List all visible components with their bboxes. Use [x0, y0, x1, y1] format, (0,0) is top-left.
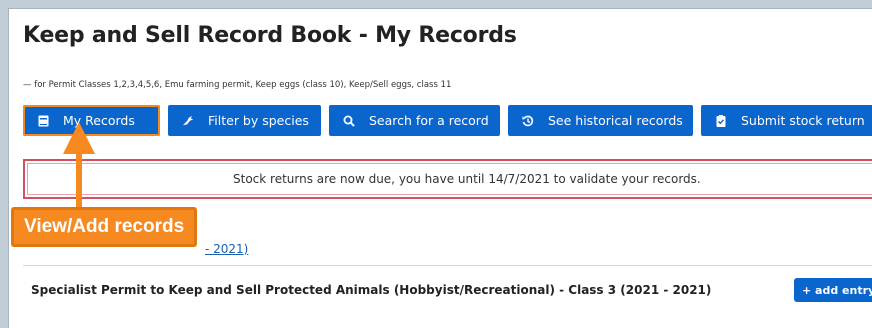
page-subtitle: — for Permit Classes 1,2,3,4,5,6, Emu fa… — [23, 80, 452, 90]
submit-stock-return-button[interactable]: Submit stock return — [701, 105, 872, 136]
bird-icon — [182, 115, 194, 127]
search-icon — [343, 115, 355, 127]
arrow-up-icon — [63, 122, 95, 154]
arrow-shaft — [76, 152, 82, 210]
view-add-records-callout: View/Add records — [11, 207, 197, 247]
divider — [23, 265, 872, 266]
stock-return-alert: Stock returns are now due, you have unti… — [23, 159, 872, 199]
filter-species-label: Filter by species — [208, 113, 309, 128]
search-record-label: Search for a record — [369, 113, 489, 128]
add-entry-button[interactable]: + add entry — [794, 278, 872, 302]
permit-year-link[interactable]: - 2021) — [205, 242, 248, 256]
filter-species-button[interactable]: Filter by species — [168, 105, 321, 136]
history-icon — [522, 115, 534, 127]
page-title: Keep and Sell Record Book - My Records — [23, 23, 517, 48]
historical-records-button[interactable]: See historical records — [508, 105, 693, 136]
clipboard-check-icon — [715, 114, 727, 127]
submit-stock-return-label: Submit stock return — [741, 113, 865, 128]
permit-title: Specialist Permit to Keep and Sell Prote… — [31, 283, 712, 297]
search-record-button[interactable]: Search for a record — [329, 105, 500, 136]
page-panel: Keep and Sell Record Book - My Records —… — [8, 8, 872, 328]
alert-text: Stock returns are now due, you have unti… — [27, 163, 872, 195]
historical-records-label: See historical records — [548, 113, 683, 128]
book-icon — [37, 115, 49, 127]
